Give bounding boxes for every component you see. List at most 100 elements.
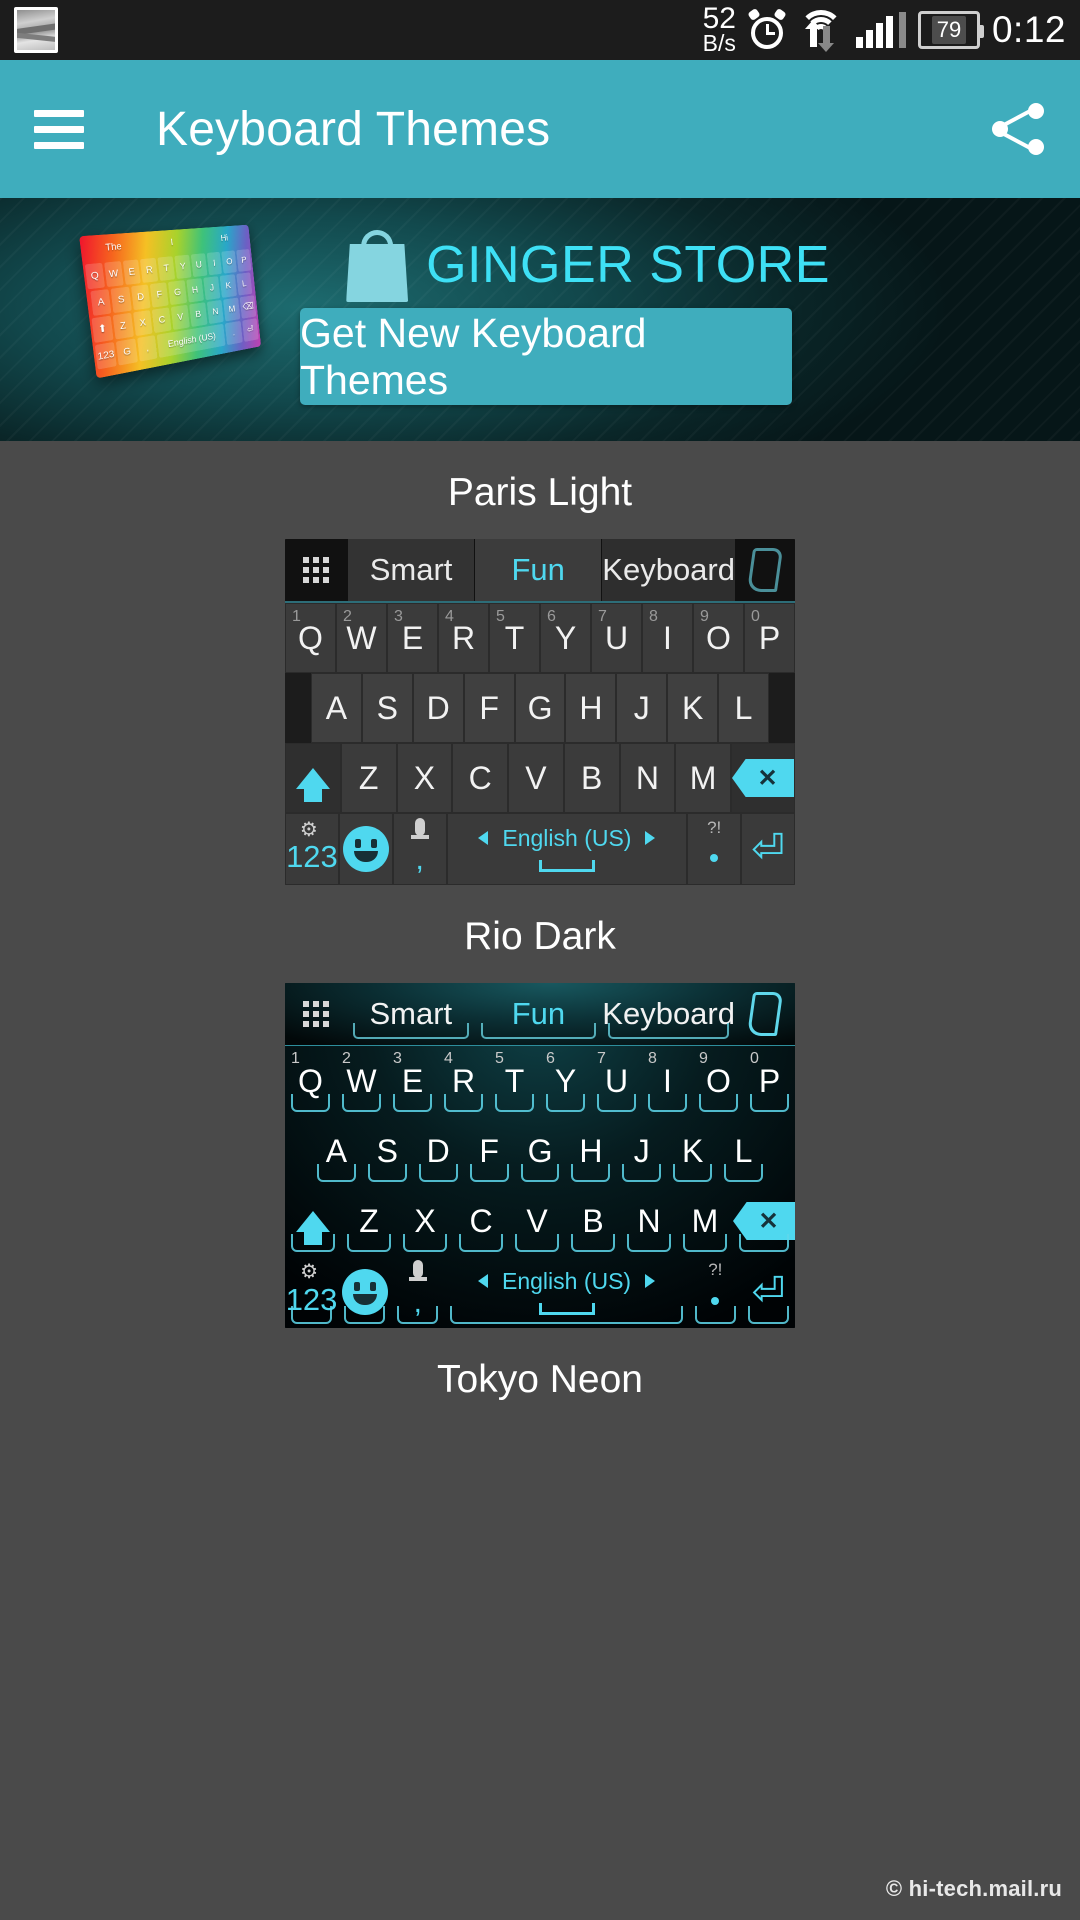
key-m[interactable]: M xyxy=(677,1186,733,1256)
share-icon[interactable] xyxy=(990,101,1046,157)
gear-icon[interactable]: ⚙ xyxy=(300,820,320,840)
key-v[interactable]: V xyxy=(508,743,564,813)
key-r[interactable]: 4R xyxy=(438,603,489,673)
prev-language-icon[interactable] xyxy=(478,831,489,845)
key-b[interactable]: B xyxy=(563,743,620,813)
key-label: G xyxy=(527,1132,553,1169)
suggestion-fun[interactable]: Fun xyxy=(475,539,602,601)
key-p[interactable]: 0P xyxy=(744,1046,795,1116)
key-o[interactable]: 9O xyxy=(693,1046,744,1116)
key-t[interactable]: 5T xyxy=(489,603,540,673)
key-label: F xyxy=(479,1132,499,1169)
theme-preview-paris-light[interactable]: Smart Fun Keyboard 1Q 2W 3E 4R 5T 6Y 7U … xyxy=(0,539,1080,885)
numeric-key[interactable]: ⚙ 123 xyxy=(285,1256,338,1328)
emoji-smiley-icon[interactable] xyxy=(338,1256,391,1328)
key-q[interactable]: 1Q xyxy=(285,603,336,673)
pen-icon[interactable] xyxy=(735,539,795,601)
key-k[interactable]: K xyxy=(667,673,719,743)
key-v[interactable]: V xyxy=(509,1186,565,1256)
page-title: Keyboard Themes xyxy=(156,102,551,156)
prev-language-icon[interactable] xyxy=(478,1274,488,1288)
language-label: English (US) xyxy=(502,824,632,851)
key-s[interactable]: S xyxy=(361,673,413,743)
hamburger-menu-icon[interactable] xyxy=(34,109,84,149)
period-key[interactable]: ?! xyxy=(687,813,742,885)
shift-arrow-icon[interactable] xyxy=(285,743,341,813)
next-language-icon[interactable] xyxy=(645,831,656,845)
key-y[interactable]: 6Y xyxy=(540,1046,591,1116)
key-s[interactable]: S xyxy=(362,1116,413,1186)
punct-label: ?! xyxy=(708,1260,723,1279)
key-q[interactable]: 1Q xyxy=(285,1046,336,1116)
spacebar-key[interactable]: English (US) xyxy=(444,1256,688,1328)
key-d[interactable]: D xyxy=(413,1116,464,1186)
enter-return-icon[interactable]: ⏎ xyxy=(741,813,795,885)
key-x[interactable]: X xyxy=(396,743,453,813)
key-h[interactable]: H xyxy=(565,673,617,743)
key-w[interactable]: 2W xyxy=(336,603,387,673)
suggestion-keyboard[interactable]: Keyboard xyxy=(602,983,735,1045)
key-n[interactable]: N xyxy=(619,743,676,813)
period-key[interactable]: ?! xyxy=(689,1256,742,1328)
key-label: O xyxy=(706,619,731,656)
key-k[interactable]: K xyxy=(667,1116,718,1186)
key-label: I xyxy=(663,1062,672,1099)
key-a[interactable]: A xyxy=(311,673,362,743)
key-o[interactable]: 9O xyxy=(693,603,744,673)
key-j[interactable]: J xyxy=(616,673,668,743)
suggestion-fun[interactable]: Fun xyxy=(475,983,603,1045)
suggestion-keyboard[interactable]: Keyboard xyxy=(602,539,735,601)
numeric-key[interactable]: ⚙ 123 xyxy=(285,813,339,885)
suggestion-smart[interactable]: Smart xyxy=(347,983,475,1045)
spacebar-key[interactable]: English (US) xyxy=(446,813,688,885)
key-e[interactable]: 3E xyxy=(387,603,438,673)
key-t[interactable]: 5T xyxy=(489,1046,540,1116)
key-l[interactable]: L xyxy=(718,673,770,743)
key-l[interactable]: L xyxy=(718,1116,769,1186)
suggestion-strip[interactable]: Smart Fun Keyboard xyxy=(285,983,795,1045)
key-g[interactable]: G xyxy=(514,673,566,743)
next-language-icon[interactable] xyxy=(645,1274,656,1288)
key-f[interactable]: F xyxy=(463,673,515,743)
numeric-label: 123 xyxy=(286,839,338,874)
key-x[interactable]: X xyxy=(397,1186,453,1256)
key-e[interactable]: 3E xyxy=(387,1046,438,1116)
emoji-smiley-icon[interactable] xyxy=(338,813,393,885)
key-u[interactable]: 7U xyxy=(591,1046,642,1116)
suggestion-smart[interactable]: Smart xyxy=(348,539,475,601)
microphone-icon[interactable]: , xyxy=(391,1256,444,1328)
key-p[interactable]: 0P xyxy=(744,603,795,673)
key-r[interactable]: 4R xyxy=(438,1046,489,1116)
key-j[interactable]: J xyxy=(616,1116,667,1186)
key-z[interactable]: Z xyxy=(341,1186,397,1256)
shift-arrow-icon[interactable] xyxy=(285,1186,341,1256)
key-label: J xyxy=(633,1132,650,1169)
suggestion-strip[interactable]: Smart Fun Keyboard xyxy=(285,539,795,601)
theme-preview-rio-dark[interactable]: Smart Fun Keyboard 1Q 2W 3E 4R 5T 6Y 7U … xyxy=(0,983,1080,1328)
key-g[interactable]: G xyxy=(515,1116,566,1186)
key-b[interactable]: B xyxy=(565,1186,621,1256)
enter-return-icon[interactable]: ⏎ xyxy=(742,1256,795,1328)
get-new-keyboard-themes-button[interactable]: Get New Keyboard Themes xyxy=(300,308,792,405)
key-y[interactable]: 6Y xyxy=(540,603,591,673)
key-a[interactable]: A xyxy=(311,1116,362,1186)
key-c[interactable]: C xyxy=(453,1186,509,1256)
gear-icon[interactable]: ⚙ xyxy=(300,1262,320,1282)
key-z[interactable]: Z xyxy=(340,743,397,813)
key-i[interactable]: 8I xyxy=(642,603,693,673)
key-h[interactable]: H xyxy=(565,1116,616,1186)
backspace-icon[interactable]: ✕ xyxy=(733,1186,795,1256)
microphone-icon[interactable]: , xyxy=(392,813,447,885)
apps-grid-icon[interactable] xyxy=(285,539,347,601)
key-i[interactable]: 8I xyxy=(642,1046,693,1116)
key-n[interactable]: N xyxy=(621,1186,677,1256)
backspace-icon[interactable]: ✕ xyxy=(731,743,795,813)
apps-grid-icon[interactable] xyxy=(285,983,347,1045)
key-d[interactable]: D xyxy=(412,673,464,743)
key-u[interactable]: 7U xyxy=(591,603,642,673)
key-m[interactable]: M xyxy=(675,743,731,813)
key-w[interactable]: 2W xyxy=(336,1046,387,1116)
key-c[interactable]: C xyxy=(452,743,508,813)
key-f[interactable]: F xyxy=(464,1116,515,1186)
pen-icon[interactable] xyxy=(735,983,795,1045)
